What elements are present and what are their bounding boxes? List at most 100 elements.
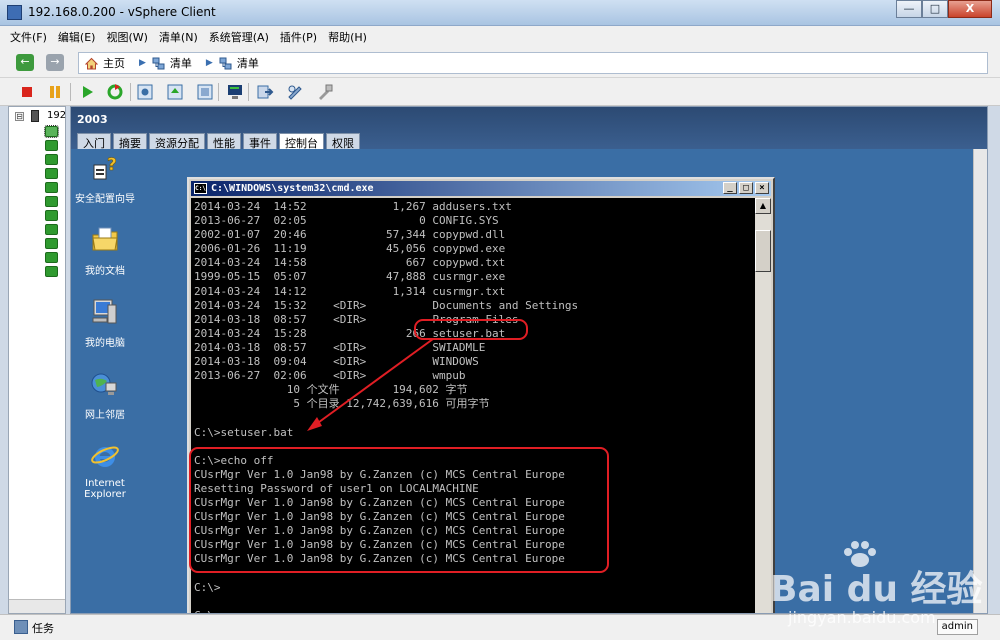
cmd-output-line xyxy=(194,411,757,425)
desktop-icon-internet-explorer[interactable]: Internet Explorer xyxy=(71,441,145,500)
snapshot-manager-icon[interactable] xyxy=(196,83,214,101)
tree-vm-item[interactable] xyxy=(45,238,58,249)
my-documents-icon xyxy=(92,227,118,251)
breadcrumb-label: 清单 xyxy=(169,57,192,70)
cmd-output-line: 2014-03-24 15:28 266 setuser.bat xyxy=(194,326,506,340)
cmd-title: C:\WINDOWS\system32\cmd.exe xyxy=(211,183,374,194)
menu-administration[interactable]: 系统管理(A) xyxy=(209,29,269,45)
tree-vm-item[interactable] xyxy=(45,140,58,151)
scroll-up-icon[interactable]: ▲ xyxy=(755,198,771,214)
tree-vm-item[interactable] xyxy=(45,168,58,179)
tab-performance[interactable]: 性能 xyxy=(207,133,241,150)
svg-text:?: ? xyxy=(107,155,117,175)
menu-edit[interactable]: 编辑(E) xyxy=(58,29,96,45)
cmd-output-line: CUsrMgr Ver 1.0 Jan98 by G.Zanzen (c) MC… xyxy=(194,538,565,552)
tree-vm-item[interactable] xyxy=(44,125,59,138)
cmd-output-line: 2006-01-26 11:19 45,056 copypwd.exe xyxy=(194,242,506,256)
power-on-icon[interactable] xyxy=(78,83,96,101)
maximize-button[interactable]: □ xyxy=(922,0,948,18)
tree-vm-item[interactable] xyxy=(45,182,58,193)
cmd-titlebar[interactable]: C:\ C:\WINDOWS\system32\cmd.exe _ □ × xyxy=(191,181,771,196)
cmd-output-line: C:\> xyxy=(194,580,221,594)
console-icon[interactable] xyxy=(226,83,244,101)
menu-view[interactable]: 视图(W) xyxy=(106,29,147,45)
breadcrumb-home[interactable]: 主页 xyxy=(85,55,125,71)
inventory-tree[interactable]: ⊟ 192 xyxy=(8,106,66,614)
breadcrumb-inventory-1[interactable]: ▶ 清单 xyxy=(139,55,192,71)
tab-permissions[interactable]: 权限 xyxy=(326,133,360,150)
cmd-output-line: 5 个目录 12,742,639,616 可用字节 xyxy=(194,397,490,411)
breadcrumb: 主页 ▶ 清单 ▶ 清单 xyxy=(78,52,988,74)
forward-button[interactable]: → xyxy=(46,54,64,71)
close-button[interactable]: X xyxy=(948,0,992,18)
cmd-output-line: CUsrMgr Ver 1.0 Jan98 by G.Zanzen (c) MC… xyxy=(194,495,565,509)
suspend-icon[interactable] xyxy=(46,83,64,101)
home-icon xyxy=(85,57,98,69)
cmd-output-line xyxy=(194,566,757,580)
cmd-minimize-button[interactable]: _ xyxy=(723,182,737,194)
breadcrumb-inventory-2[interactable]: ▶ 清单 xyxy=(206,55,259,71)
cmd-output-line: CUsrMgr Ver 1.0 Jan98 by G.Zanzen (c) MC… xyxy=(194,524,565,538)
vm-header: 2003 入门 摘要 资源分配 性能 事件 控制台 权限 xyxy=(71,107,987,150)
window-titlebar[interactable]: 192.168.0.200 - vSphere Client — □ X xyxy=(0,0,1000,26)
revert-snapshot-icon[interactable] xyxy=(166,83,184,101)
reset-icon[interactable] xyxy=(106,83,124,101)
tab-console[interactable]: 控制台 xyxy=(279,133,324,150)
vm-console-screen[interactable]: ? 安全配置向导 我的文档 我的电脑 网上邻居 Internet Explore… xyxy=(71,149,987,613)
menu-help[interactable]: 帮助(H) xyxy=(328,29,367,45)
cmd-vertical-scrollbar[interactable]: ▲ xyxy=(755,198,771,613)
cmd-output-line: 2013-06-27 02:06 <DIR> wmpub xyxy=(194,369,466,383)
desktop-icon-security-wizard[interactable]: ? 安全配置向导 xyxy=(71,153,145,205)
vm-name: 2003 xyxy=(77,113,108,126)
menu-plugins[interactable]: 插件(P) xyxy=(280,29,317,45)
tab-summary[interactable]: 摘要 xyxy=(113,133,147,150)
tab-getting-started[interactable]: 入门 xyxy=(77,133,111,150)
tree-vm-item[interactable] xyxy=(45,210,58,221)
cmd-output[interactable]: 2014-03-24 14:52 1,267 addusers.txt 2013-… xyxy=(191,198,757,613)
cmd-output-line xyxy=(194,595,757,609)
cmd-output-line: 2002-01-07 20:46 57,344 copypwd.dll xyxy=(194,228,506,242)
scroll-thumb[interactable] xyxy=(755,230,771,272)
cmd-output-line: 1999-05-15 05:07 47,888 cusrmgr.exe xyxy=(194,270,506,284)
host-icon[interactable] xyxy=(31,110,39,122)
tasks-button[interactable]: 任务 xyxy=(32,620,54,636)
cmd-window[interactable]: C:\ C:\WINDOWS\system32\cmd.exe _ □ × 20… xyxy=(187,177,775,613)
breadcrumb-label: 主页 xyxy=(103,57,125,70)
edit-settings-icon[interactable] xyxy=(286,83,304,101)
chevron-right-icon: ▶ xyxy=(139,58,146,68)
snapshot-icon[interactable] xyxy=(136,83,154,101)
cmd-output-line: CUsrMgr Ver 1.0 Jan98 by G.Zanzen (c) MC… xyxy=(194,467,565,481)
menu-file[interactable]: 文件(F) xyxy=(10,29,47,45)
desktop-icon-network-places[interactable]: 网上邻居 xyxy=(71,369,145,421)
console-vertical-scrollbar[interactable] xyxy=(973,149,987,613)
tasks-icon[interactable] xyxy=(14,620,28,634)
tree-collapse-toggle[interactable]: ⊟ xyxy=(15,112,24,121)
window-title: 192.168.0.200 - vSphere Client xyxy=(28,5,216,19)
tree-host-label[interactable]: 192 xyxy=(47,110,66,121)
tree-vm-item[interactable] xyxy=(45,196,58,207)
minimize-button[interactable]: — xyxy=(896,0,922,18)
tab-events[interactable]: 事件 xyxy=(243,133,277,150)
vm-tabs: 入门 摘要 资源分配 性能 事件 控制台 权限 xyxy=(77,133,362,150)
cmd-close-button[interactable]: × xyxy=(755,182,769,194)
vm-toolbar xyxy=(0,78,1000,106)
menu-inventory[interactable]: 清单(N) xyxy=(159,29,198,45)
tab-resource-allocation[interactable]: 资源分配 xyxy=(149,133,205,150)
tools-icon[interactable] xyxy=(316,83,334,101)
cmd-maximize-button[interactable]: □ xyxy=(739,182,753,194)
cmd-output-line: 2014-03-24 14:52 1,267 addusers.txt xyxy=(194,200,512,213)
network-places-icon xyxy=(91,373,117,395)
tree-vm-item[interactable] xyxy=(45,252,58,263)
navigation-bar: ← → 主页 ▶ 清单 ▶ 清单 xyxy=(0,48,1000,78)
back-button[interactable]: ← xyxy=(16,54,34,71)
tree-vm-item[interactable] xyxy=(45,154,58,165)
desktop-icon-label: 我的文档 xyxy=(85,266,125,277)
breadcrumb-label: 清单 xyxy=(236,57,259,70)
power-off-icon[interactable] xyxy=(18,83,36,101)
tree-vm-item[interactable] xyxy=(45,266,58,277)
desktop-icon-my-computer[interactable]: 我的电脑 xyxy=(71,297,145,349)
desktop-icon-my-documents[interactable]: 我的文档 xyxy=(71,225,145,277)
migrate-icon[interactable] xyxy=(256,83,274,101)
tree-horizontal-scrollbar[interactable] xyxy=(9,599,65,613)
tree-vm-item[interactable] xyxy=(45,224,58,235)
